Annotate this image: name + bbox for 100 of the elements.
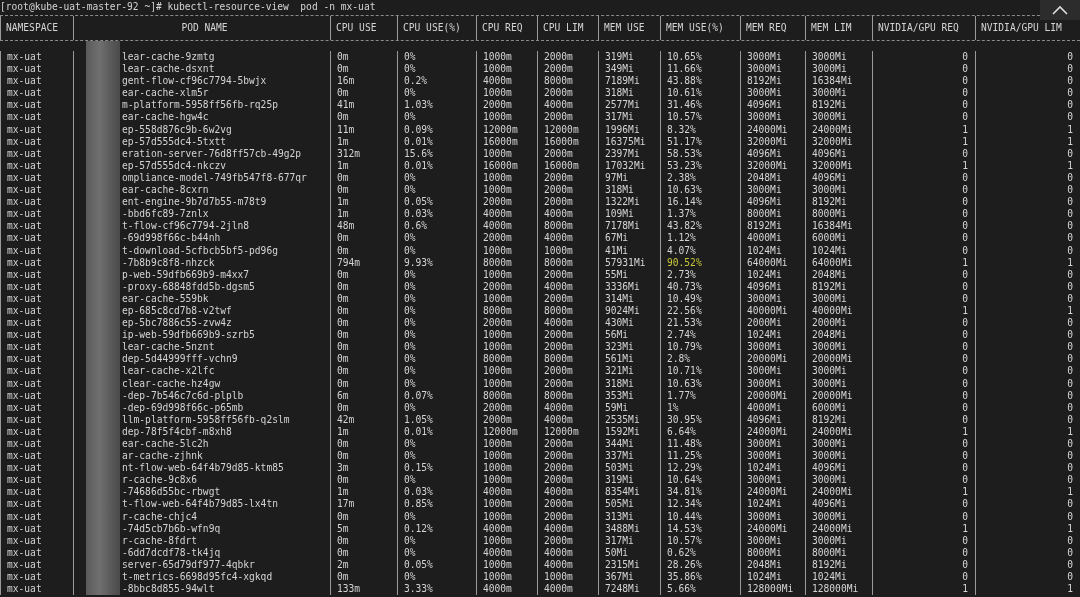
table-cell: mx-uat xyxy=(0,220,73,233)
table-cell: 2.38% xyxy=(660,171,740,185)
table-cell: 1024Mi xyxy=(740,571,805,584)
table-cell: -bbd6fc89-7znlx xyxy=(122,208,209,221)
table-cell: 24000Mi xyxy=(805,123,872,136)
table-cell: 0% xyxy=(397,111,476,124)
table-cell: 0.2% xyxy=(397,75,476,88)
table-cell: 5m xyxy=(330,522,397,535)
table-cell: 1m xyxy=(330,159,397,172)
table-cell: 2.74% xyxy=(660,329,740,342)
table-cell: 24000Mi xyxy=(740,425,805,438)
table-cell: 0 xyxy=(975,268,1080,281)
table-cell: 0 xyxy=(872,196,975,209)
table-cell: ep-57d555dc4-5txtt xyxy=(122,135,226,148)
table-cell: 1000m xyxy=(476,63,537,76)
table-cell: 4000m xyxy=(537,232,598,245)
table-cell: 2m xyxy=(330,558,397,572)
table-cell: 0m xyxy=(330,474,397,487)
table-cell: 0 xyxy=(975,51,1080,64)
table-cell: 0% xyxy=(397,51,476,64)
table-cell: 1.03% xyxy=(397,99,476,112)
table-cell: 0m xyxy=(330,510,397,523)
table-cell: mx-uat xyxy=(0,438,73,451)
table-cell: 0 xyxy=(975,196,1080,209)
table-cell: 64000Mi xyxy=(805,256,872,269)
table-cell: 3m xyxy=(330,462,397,475)
table-cell: 0 xyxy=(872,365,975,378)
collapse-button[interactable] xyxy=(1040,0,1080,20)
table-cell: 20000Mi xyxy=(805,389,872,402)
table-cell: 323Mi xyxy=(598,341,660,354)
table-cell: 43.88% xyxy=(660,75,740,88)
table-cell: mx-uat xyxy=(0,425,73,438)
table-cell: 0 xyxy=(872,534,975,547)
table-cell: mx-uat xyxy=(0,329,73,342)
table-cell: 12000m xyxy=(476,123,537,136)
table-cell: 0% xyxy=(397,304,476,318)
table-cell: 16000m xyxy=(537,159,598,172)
table-cell: 40.73% xyxy=(660,280,740,293)
table-cell: 2000m xyxy=(537,87,598,100)
table-cell: 1000m xyxy=(476,365,537,378)
table-cell: p-web-59dfb669b9-m4xx7 xyxy=(122,268,250,281)
table-cell: 1000m xyxy=(476,111,537,124)
table-cell: 1024Mi xyxy=(805,571,872,584)
table-cell: mx-uat xyxy=(0,571,73,584)
table-cell: 2000m xyxy=(476,196,537,209)
table-cell: 344Mi xyxy=(598,438,660,451)
table-cell: 2048Mi xyxy=(805,329,872,342)
table-cell: 0 xyxy=(872,546,975,559)
table-cell: 1000m xyxy=(476,474,537,487)
table-cell: 55Mi xyxy=(598,268,660,281)
table-cell: 8192Mi xyxy=(805,99,872,112)
table-cell: 0 xyxy=(975,353,1080,366)
table-cell: 10.57% xyxy=(660,534,740,547)
table-cell: 12000m xyxy=(537,123,598,136)
table-cell: 1 xyxy=(872,304,975,318)
table-cell: ep-558d876c9b-6w2vg xyxy=(122,123,232,136)
table-cell: 7178Mi xyxy=(598,220,660,233)
table-cell: 1 xyxy=(975,135,1080,148)
table-cell: 4096Mi xyxy=(740,147,805,160)
table-cell: 12000m xyxy=(476,425,537,438)
table-cell: 0.09% xyxy=(397,123,476,136)
table-cell: 0m xyxy=(330,546,397,559)
table-cell: 0% xyxy=(397,317,476,330)
table-cell: 0% xyxy=(397,63,476,76)
table-cell: 12.29% xyxy=(660,462,740,475)
table-cell: 43.82% xyxy=(660,220,740,233)
table-cell: 367Mi xyxy=(598,571,660,584)
table-cell: 31.46% xyxy=(660,99,740,112)
table-cell: 10.64% xyxy=(660,474,740,487)
table-cell: 4000m xyxy=(537,522,598,535)
table-cell: 0m xyxy=(330,365,397,378)
table-cell: 353Mi xyxy=(598,389,660,402)
table-cell: 0.6% xyxy=(397,220,476,233)
table-cell: 3000Mi xyxy=(740,184,805,197)
table-cell: 0 xyxy=(872,111,975,124)
table-cell: llm-platform-5958ff56fb-q2slm xyxy=(122,413,290,426)
table-cell: 0 xyxy=(975,317,1080,330)
table-cell: mx-uat xyxy=(0,474,73,487)
table-cell: 1 xyxy=(872,583,975,596)
table-cell: 51.17% xyxy=(660,135,740,148)
table-cell: 0% xyxy=(397,184,476,197)
table-cell: mx-uat xyxy=(0,486,73,499)
table-cell: 0 xyxy=(872,75,975,88)
table-cell: 59Mi xyxy=(598,401,660,414)
table-cell: mx-uat xyxy=(0,51,73,64)
table-cell: mx-uat xyxy=(0,522,73,535)
table-cell: 0 xyxy=(872,450,975,463)
table-cell: 3000Mi xyxy=(740,474,805,487)
table-cell: ear-cache-8cxrn xyxy=(122,184,209,197)
table-cell: 2000m xyxy=(476,413,537,426)
table-cell: 34.81% xyxy=(660,486,740,499)
table-cell: clear-cache-hz4gw xyxy=(122,377,221,390)
table-cell: 0% xyxy=(397,244,476,257)
table-cell: 32000Mi xyxy=(740,159,805,172)
table-cell: 0 xyxy=(872,171,975,185)
table-cell: 3000Mi xyxy=(740,341,805,354)
table-cell: 57931Mi xyxy=(598,256,660,269)
table-cell: 8000m xyxy=(537,389,598,402)
table-cell: 2000m xyxy=(537,147,598,160)
table-cell: 321Mi xyxy=(598,365,660,378)
